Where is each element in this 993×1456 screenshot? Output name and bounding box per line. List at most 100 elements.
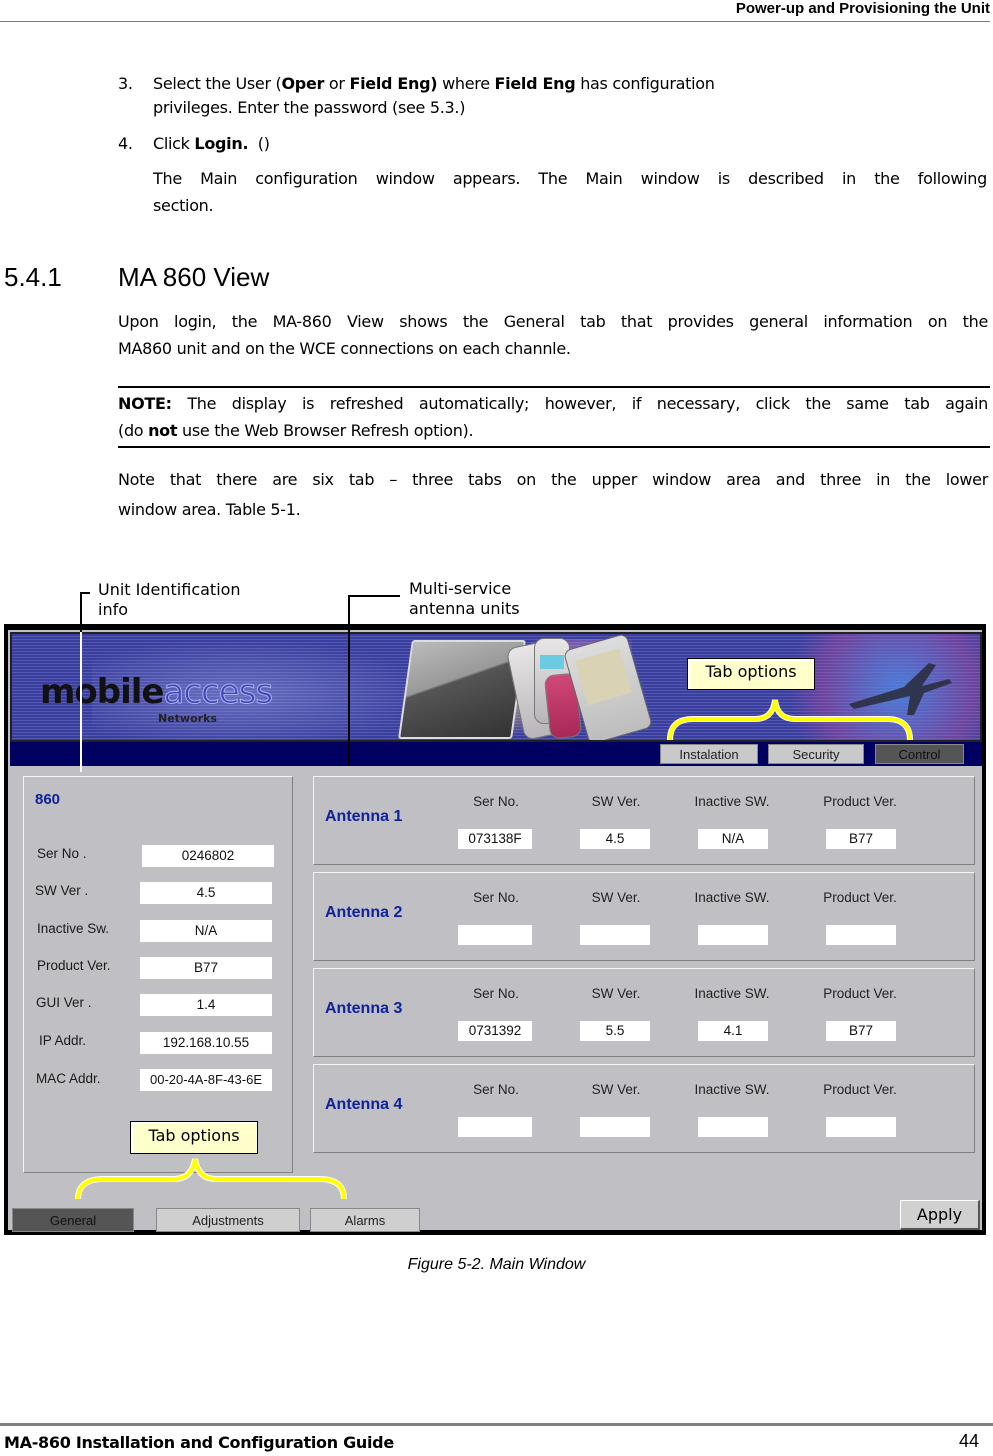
tab-general[interactable]: General [12,1208,134,1232]
step-3-line2: privileges. Enter the password (see 5.3.… [153,98,466,117]
unit-ser-no-label: Ser No . [37,846,87,861]
unit-gui-ver-field[interactable]: 1.4 [140,994,272,1016]
antenna-column-header: Ser No. [473,986,519,1001]
step-3-t6: has configuration [575,74,715,93]
callout-unit-id: Unit Identification info [98,580,241,620]
tab-alarms[interactable]: Alarms [310,1208,420,1232]
antenna-column-header: Inactive SW. [694,794,770,809]
antenna-value-field[interactable] [698,1117,768,1137]
antenna-value-field[interactable]: B77 [826,829,896,849]
unit-product-ver-label: Product Ver. [37,958,111,973]
antenna-value-field[interactable]: 073138F [458,829,532,849]
callout-unit-id-line-top [80,592,82,632]
step-4-number: 4. [118,134,133,153]
note-line1: NOTE: The display is refreshed automatic… [118,391,988,417]
antenna-value-field[interactable] [698,925,768,945]
antenna-column-header: Inactive SW. [694,890,770,905]
callout-multi-service: Multi-service antenna units [409,579,520,619]
callout-unit-id-line [80,632,82,772]
antenna-column-header: SW Ver. [591,1082,641,1097]
antenna-value-field[interactable]: 5.5 [580,1021,650,1041]
antenna-column-header: Ser No. [473,890,519,905]
note-label: NOTE: [118,394,172,413]
step-4-desc-line1: The Main configuration window appears. T… [153,169,987,188]
callout-multi-line1: Multi-service [409,579,512,598]
antenna-column-header: Ser No. [473,794,519,809]
antenna-value-field[interactable] [826,1117,896,1137]
logo-networks: Networks [158,712,217,725]
step-3-oper: Oper [281,74,325,93]
note-top-rule [118,386,990,388]
antenna-title: Antenna 4 [325,1096,403,1113]
step-3-fieldeng: Field Eng) [349,74,438,93]
callout-multi-tick [348,595,400,597]
unit-model-title: 860 [35,791,61,808]
step-3-number: 3. [118,74,133,93]
antenna-title: Antenna 1 [325,808,403,825]
note-not: not [148,421,178,440]
antenna-column-header: Inactive SW. [694,1082,770,1097]
callout-multi-line-top [348,595,350,632]
unit-mac-addr-label: MAC Addr. [36,1071,101,1086]
antenna-title: Antenna 2 [325,904,403,921]
tab-control[interactable]: Control [875,744,964,764]
unit-ip-addr-field[interactable]: 192.168.10.55 [140,1032,272,1054]
antenna-column-header: SW Ver. [591,986,641,1001]
step-3-text: Select the User (Oper or Field Eng) wher… [153,71,715,97]
antenna-value-field[interactable] [826,925,896,945]
antenna-value-field[interactable] [580,925,650,945]
tab-instalation[interactable]: Instalation [660,744,758,764]
antenna-value-field[interactable] [580,1117,650,1137]
tab-adjustments[interactable]: Adjustments [156,1208,300,1232]
apply-button[interactable]: Apply [900,1200,980,1230]
antenna-value-field[interactable]: 4.5 [580,829,650,849]
step-3-t0: Select the User ( [153,74,282,93]
callout-unit-id-line1: Unit Identification [98,580,241,599]
brace-top-icon [667,699,913,741]
step-4-text: Click Login. () [153,131,270,157]
figure-caption: Figure 5-2. Main Window [407,1256,586,1273]
para2-line2: window area. Table 5-1. [118,500,301,519]
section-number: 5.4.1 [4,262,62,292]
unit-ip-addr-label: IP Addr. [39,1033,87,1048]
antenna-panel [313,776,975,865]
step-4-pre: Click [153,134,195,153]
note-t-post: use the Web Browser Refresh option). [177,421,474,440]
footer-guide-title: MA-860 Installation and Configuration Gu… [4,1433,394,1452]
tab-options-callout-top: Tab options [687,658,815,690]
antenna-panel [313,968,975,1057]
mobileaccess-logo: mobileaccess [40,672,274,713]
antenna-value-field[interactable]: 4.1 [698,1021,768,1041]
antenna-value-field[interactable]: 0731392 [458,1021,532,1041]
antenna-value-field[interactable]: N/A [698,829,768,849]
note-line2: (do not use the Web Browser Refresh opti… [118,418,474,444]
tab-security[interactable]: Security [768,744,864,764]
unit-gui-ver-label: GUI Ver . [36,995,92,1010]
antenna-value-field[interactable]: B77 [826,1021,896,1041]
footer-rule [0,1423,993,1426]
para2-line1: Note that there are six tab – three tabs… [118,470,988,489]
logo-accent: access [163,672,274,713]
antenna-value-field[interactable] [458,925,532,945]
logo-main: mobile [40,672,164,712]
callout-unit-id-line2: info [98,600,129,619]
antenna-value-field[interactable] [458,1117,532,1137]
unit-ser-no-field[interactable]: 0246802 [142,845,274,867]
step-4-post: () [248,134,270,153]
unit-product-ver-field[interactable]: B77 [140,957,272,979]
antenna-panel [313,1064,975,1153]
step-3-t2: or [324,74,350,93]
antenna-column-header: Ser No. [473,1082,519,1097]
note-bottom-rule [118,446,990,448]
antenna-column-header: SW Ver. [591,890,641,905]
unit-sw-ver-field[interactable]: 4.5 [140,882,272,904]
unit-inactive-sw-field[interactable]: N/A [140,920,272,942]
step-3-t4: where [437,74,495,93]
unit-mac-addr-field[interactable]: 00-20-4A-8F-43-6E [140,1069,272,1091]
page-number: 44 [958,1431,979,1451]
antenna-column-header: Inactive SW. [694,986,770,1001]
tab-options-callout-bottom: Tab options [130,1121,258,1154]
running-header: Power-up and Provisioning the Unit [735,0,990,17]
step-3-fieldeng2: Field Eng [494,74,576,93]
brace-bottom-icon [75,1158,347,1200]
